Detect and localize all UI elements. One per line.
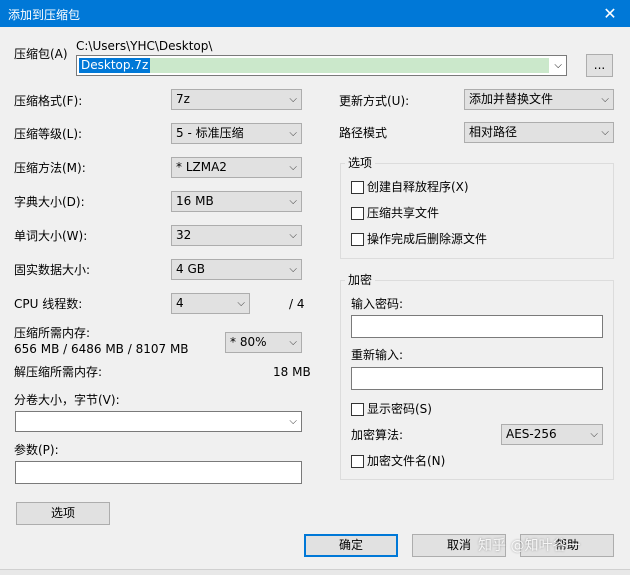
encrypt-names-label[interactable]: 加密文件名(N) xyxy=(367,454,445,468)
bottom-edge xyxy=(0,569,630,575)
show-password-checkbox[interactable] xyxy=(351,403,364,416)
method-combo[interactable]: * LZMA2 ⌵ xyxy=(171,157,302,178)
close-icon[interactable]: ✕ xyxy=(590,0,630,27)
update-label: 更新方式(U): xyxy=(339,94,410,108)
mem-label: 压缩所需内存: xyxy=(14,326,91,340)
archive-name-text: Desktop.7z xyxy=(79,58,151,73)
delete-source-checkbox[interactable] xyxy=(351,233,364,246)
encrypt-method-label: 加密算法: xyxy=(351,428,404,442)
chevron-down-icon: ⌵ xyxy=(289,230,297,241)
show-password-label[interactable]: 显示密码(S) xyxy=(367,402,432,416)
solid-value: 4 GB xyxy=(176,262,205,276)
cpu-label: CPU 线程数: xyxy=(14,297,83,311)
word-value: 32 xyxy=(176,228,192,242)
solid-combo[interactable]: 4 GB ⌵ xyxy=(171,259,302,280)
params-label: 参数(P): xyxy=(14,443,59,457)
watermark-text: 知乎 @知叶谷一 xyxy=(478,538,581,554)
chevron-down-icon: ⌵ xyxy=(289,196,297,207)
dict-value: 16 MB xyxy=(176,194,214,208)
chevron-down-icon: ⌵ xyxy=(289,128,297,139)
archive-path: C:\Users\YHC\Desktop\ xyxy=(76,39,213,53)
options-button[interactable]: 选项 xyxy=(16,502,110,525)
window-title: 添加到压缩包 xyxy=(8,8,81,22)
pathmode-value: 相对路径 xyxy=(469,125,518,139)
level-label: 压缩等级(L): xyxy=(14,127,83,141)
shared-label[interactable]: 压缩共享文件 xyxy=(367,206,439,220)
level-value: 5 - 标准压缩 xyxy=(176,126,244,140)
format-combo[interactable]: 7z ⌵ xyxy=(171,89,302,110)
chevron-down-icon[interactable]: ⌵ xyxy=(554,56,562,75)
update-value: 添加并替换文件 xyxy=(469,92,554,106)
chevron-down-icon: ⌵ xyxy=(590,429,598,440)
demem-value: 18 MB xyxy=(273,365,311,379)
chevron-down-icon: ⌵ xyxy=(289,94,297,105)
method-value: * LZMA2 xyxy=(176,160,227,174)
mem-values: 656 MB / 6486 MB / 8107 MB xyxy=(14,342,189,356)
demem-label: 解压缩所需内存: xyxy=(14,365,103,379)
cpu-combo[interactable]: 4 ⌵ xyxy=(171,293,250,314)
split-label: 分卷大小，字节(V): xyxy=(14,393,120,407)
sfx-checkbox[interactable] xyxy=(351,181,364,194)
pathmode-label: 路径模式 xyxy=(339,126,388,140)
sfx-label[interactable]: 创建自释放程序(X) xyxy=(367,180,469,194)
shared-checkbox[interactable] xyxy=(351,207,364,220)
browse-button[interactable]: ... xyxy=(586,54,613,77)
chevron-down-icon: ⌵ xyxy=(601,127,609,138)
options-group-title: 选项 xyxy=(345,156,376,170)
reenter-label: 重新输入: xyxy=(351,348,404,362)
word-label: 单词大小(W): xyxy=(14,229,88,243)
level-combo[interactable]: 5 - 标准压缩 ⌵ xyxy=(171,123,302,144)
chevron-down-icon: ⌵ xyxy=(289,162,297,173)
delete-source-label[interactable]: 操作完成后删除源文件 xyxy=(367,232,487,246)
chevron-down-icon: ⌵ xyxy=(289,416,297,427)
mem-percent-value: * 80% xyxy=(230,335,267,349)
archive-name-selection: Desktop.7z xyxy=(79,58,549,73)
solid-label: 固实数据大小: xyxy=(14,263,91,277)
dict-label: 字典大小(D): xyxy=(14,195,85,209)
chevron-down-icon: ⌵ xyxy=(601,94,609,105)
pathmode-combo[interactable]: 相对路径 ⌵ xyxy=(464,122,614,143)
format-label: 压缩格式(F): xyxy=(14,94,83,108)
archive-name-combo[interactable]: Desktop.7z ⌵ xyxy=(76,55,567,76)
mem-percent-combo[interactable]: * 80% ⌵ xyxy=(225,332,302,353)
chevron-down-icon: ⌵ xyxy=(237,298,245,309)
encrypt-names-checkbox[interactable] xyxy=(351,455,364,468)
password-input[interactable] xyxy=(351,315,603,338)
archive-label: 压缩包(A) xyxy=(14,47,68,61)
format-value: 7z xyxy=(176,92,190,106)
word-combo[interactable]: 32 ⌵ xyxy=(171,225,302,246)
ok-button[interactable]: 确定 xyxy=(304,534,398,557)
dict-combo[interactable]: 16 MB ⌵ xyxy=(171,191,302,212)
title-bar: 添加到压缩包 ✕ xyxy=(0,0,630,27)
cpu-total: / 4 xyxy=(289,297,305,311)
chevron-down-icon: ⌵ xyxy=(289,337,297,348)
encrypt-group-title: 加密 xyxy=(345,273,376,287)
reenter-input[interactable] xyxy=(351,367,603,390)
split-combo[interactable]: ⌵ xyxy=(15,411,302,432)
encrypt-method-value: AES-256 xyxy=(506,427,557,441)
encrypt-method-combo[interactable]: AES-256 ⌵ xyxy=(501,424,603,445)
cpu-value: 4 xyxy=(176,296,184,310)
method-label: 压缩方法(M): xyxy=(14,161,86,175)
chevron-down-icon: ⌵ xyxy=(289,264,297,275)
update-combo[interactable]: 添加并替换文件 ⌵ xyxy=(464,89,614,110)
password-label: 输入密码: xyxy=(351,297,404,311)
params-input[interactable] xyxy=(15,461,302,484)
